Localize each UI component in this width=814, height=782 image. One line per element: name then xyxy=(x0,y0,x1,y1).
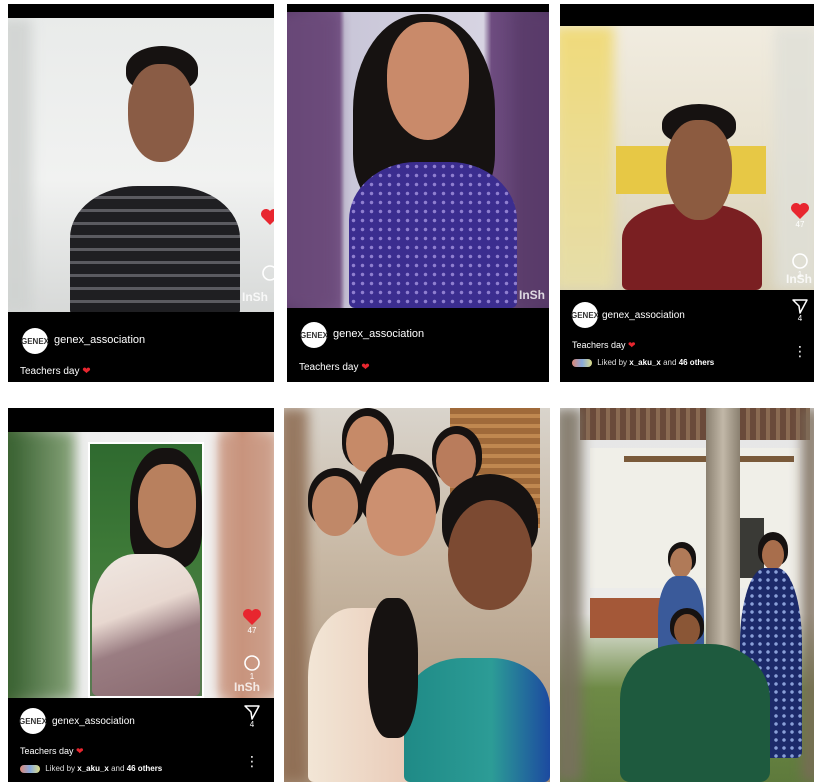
blur-edge xyxy=(802,408,814,782)
heart-icon[interactable] xyxy=(242,608,262,626)
reel-video[interactable]: InSh xyxy=(8,432,274,698)
likes-count: 47 xyxy=(247,626,257,635)
blur-edge xyxy=(774,26,814,290)
username[interactable]: genex_association xyxy=(54,334,145,346)
share-icon[interactable] xyxy=(244,704,260,720)
username[interactable]: genex_association xyxy=(52,716,135,727)
heart-icon[interactable] xyxy=(260,208,274,226)
comments-count: 1 xyxy=(797,270,803,279)
blur-edge xyxy=(8,18,32,312)
reel-info: GENEX genex_association Teachers day ❤ L… xyxy=(560,290,814,382)
heart-emoji-icon: ❤ xyxy=(82,366,91,377)
more-icon[interactable]: ⋮ xyxy=(240,754,264,768)
comment-icon[interactable] xyxy=(243,654,261,672)
reel-info: GENEX genex_association Teachers day ❤ xyxy=(287,308,549,382)
avatar[interactable]: GENEX xyxy=(21,328,49,354)
share-icon[interactable] xyxy=(792,298,808,314)
roof xyxy=(580,408,810,440)
reel-tile-3[interactable]: InSh 47 1 GENEX genex_association Teache… xyxy=(560,4,814,382)
top-bar xyxy=(8,4,274,18)
comment-action[interactable] xyxy=(258,264,274,282)
inner-video xyxy=(88,442,204,698)
like-action[interactable]: 47 xyxy=(788,202,812,229)
liker-avatars xyxy=(20,764,40,773)
caption: Teachers day ❤ xyxy=(299,362,370,373)
video-watermark: InSh xyxy=(242,290,268,304)
liked-by[interactable]: Liked by x_aku_x and 46 others xyxy=(20,764,162,773)
top-bar xyxy=(8,408,274,432)
brick-wall xyxy=(590,598,660,638)
reel-tile-6[interactable] xyxy=(560,408,814,782)
reel-video[interactable] xyxy=(560,408,814,782)
heart-icon[interactable] xyxy=(790,202,810,220)
like-action[interactable]: 47 xyxy=(240,608,264,635)
comment-icon[interactable] xyxy=(791,252,809,270)
reel-tile-4[interactable]: InSh 47 1 GENEX genex_association Teache… xyxy=(8,408,274,782)
heart-emoji-icon: ❤ xyxy=(76,746,84,756)
blur-edge xyxy=(560,408,582,782)
reel-tile-2[interactable]: InSh GENEX genex_association Teachers da… xyxy=(287,4,549,382)
reel-video[interactable]: InSh xyxy=(287,12,549,308)
top-bar xyxy=(287,4,549,12)
share-action[interactable]: 4 xyxy=(788,298,812,323)
heart-emoji-icon: ❤ xyxy=(628,340,636,350)
reel-video[interactable]: InSh xyxy=(560,26,814,290)
username[interactable]: genex_association xyxy=(333,328,424,340)
avatar[interactable]: GENEX xyxy=(571,302,599,328)
reel-tile-5[interactable] xyxy=(284,408,550,782)
likes-count: 47 xyxy=(795,220,805,229)
avatar[interactable]: GENEX xyxy=(19,708,47,734)
reel-info: GENEX genex_association Teachers day ❤ xyxy=(8,312,274,382)
shares-count: 4 xyxy=(797,314,803,323)
heart-emoji-icon: ❤ xyxy=(361,362,370,373)
blur-edge xyxy=(284,408,308,782)
comment-icon[interactable] xyxy=(261,264,274,282)
caption: Teachers day ❤ xyxy=(20,366,91,377)
comment-action[interactable]: 1 xyxy=(240,654,264,681)
reel-tile-1[interactable]: InSh GENEX genex_association Teachers da… xyxy=(8,4,274,382)
like-action[interactable] xyxy=(258,208,274,226)
avatar[interactable]: GENEX xyxy=(300,322,328,348)
caption: Teachers day ❤ xyxy=(20,746,84,756)
reel-video[interactable] xyxy=(284,408,550,782)
reel-video[interactable]: InSh xyxy=(8,18,274,312)
blur-edge xyxy=(8,432,74,698)
reel-info: GENEX genex_association Teachers day ❤ L… xyxy=(8,698,274,782)
liker-avatars xyxy=(572,358,592,367)
more-icon[interactable]: ⋮ xyxy=(788,344,812,358)
username[interactable]: genex_association xyxy=(602,310,685,321)
video-watermark: InSh xyxy=(234,680,260,694)
share-action[interactable]: 4 xyxy=(240,704,264,729)
liked-by[interactable]: Liked by x_aku_x and 46 others xyxy=(572,358,714,367)
shares-count: 4 xyxy=(249,720,255,729)
video-watermark: InSh xyxy=(519,288,545,302)
caption: Teachers day ❤ xyxy=(572,340,636,350)
blur-edge xyxy=(517,12,549,308)
blur-edge xyxy=(560,26,614,290)
top-bar xyxy=(560,4,814,26)
blur-edge xyxy=(287,12,339,308)
comments-count: 1 xyxy=(249,672,255,681)
comment-action[interactable]: 1 xyxy=(788,252,812,279)
